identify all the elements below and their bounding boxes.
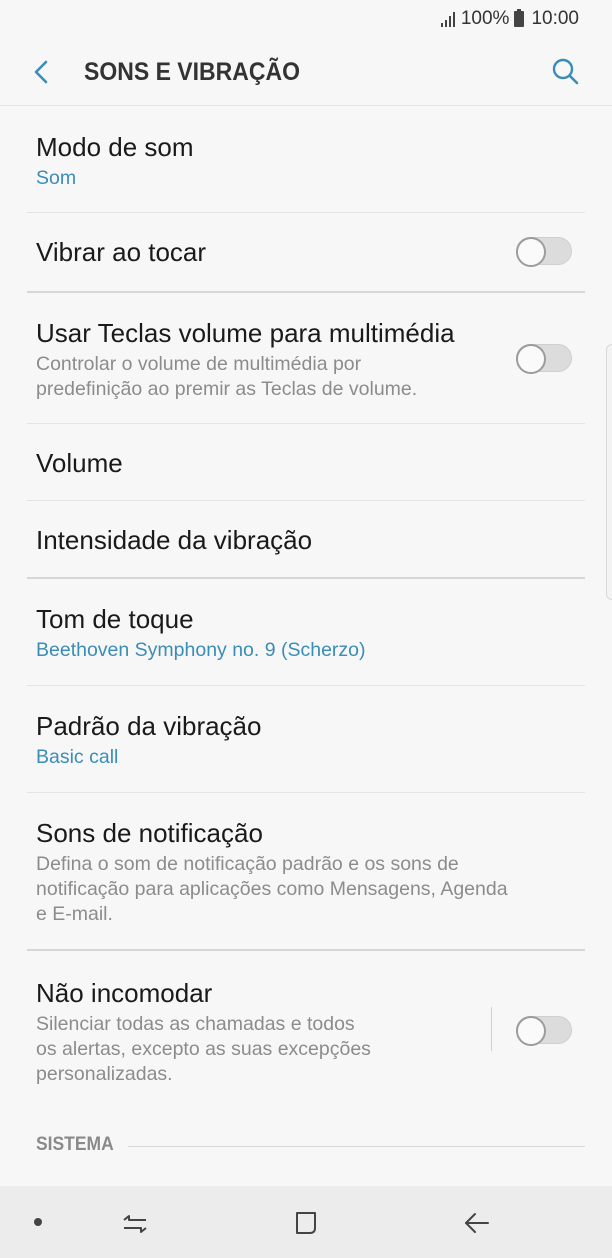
setting-title: Vibrar ao tocar [36, 237, 207, 267]
status-bar: 100% 10:00 [0, 0, 612, 38]
setting-sound-mode[interactable]: Modo de som Som [0, 107, 612, 212]
back-nav-button[interactable] [460, 1206, 494, 1240]
setting-description: Silenciar todas as chamadas e todos os a… [36, 1012, 576, 1087]
back-arrow-icon [34, 60, 48, 84]
signal-icon [440, 11, 455, 27]
scrollbar[interactable] [606, 344, 612, 600]
search-icon [552, 58, 579, 85]
setting-title: Sons de notificação [36, 818, 263, 848]
description-line: predefinição ao premir as Teclas de volu… [36, 378, 418, 400]
setting-value: Som [36, 167, 77, 189]
description-line: Defina o som de notificação padrão e os … [36, 853, 459, 875]
setting-description: Controlar o volume de multimédia por pre… [36, 352, 576, 402]
back-button[interactable] [26, 56, 56, 88]
settings-list: Modo de som Som Vibrar ao tocar Usar Tec… [0, 107, 612, 1111]
setting-description: Defina o som de notificação padrão e os … [36, 852, 576, 927]
volume-keys-media-toggle[interactable] [516, 344, 572, 374]
description-line: personalizadas. [36, 1063, 173, 1085]
battery-icon [514, 9, 525, 27]
setting-title: Intensidade da vibração [36, 525, 313, 555]
search-button[interactable] [550, 56, 582, 88]
setting-volume-keys-media[interactable]: Usar Teclas volume para multimédia Contr… [0, 293, 612, 423]
app-bar: SONS E VIBRAÇÃO [0, 38, 612, 106]
home-icon [296, 1212, 316, 1234]
battery-percent: 100% [460, 8, 510, 29]
setting-title: Não incomodar [36, 978, 213, 1008]
recent-apps-icon [123, 1215, 147, 1233]
setting-vibration-pattern[interactable]: Padrão da vibração Basic call [0, 686, 612, 792]
description-line: notificação para aplicações como Mensage… [36, 878, 508, 900]
screen: 100% 10:00 SONS E VIBRAÇÃO Modo de som S… [0, 0, 612, 1258]
description-line: os alertas, excepto as suas excepções [36, 1038, 371, 1060]
setting-title: Tom de toque [36, 604, 194, 634]
setting-value: Basic call [36, 746, 119, 768]
setting-title: Padrão da vibração [36, 711, 262, 741]
setting-volume[interactable]: Volume [0, 424, 612, 500]
toggle-knob [516, 1016, 546, 1046]
toggle-knob [516, 237, 546, 267]
setting-vibration-intensity[interactable]: Intensidade da vibração [0, 501, 612, 577]
section-divider [128, 1146, 585, 1147]
vertical-separator [491, 1007, 492, 1051]
setting-ringtone[interactable]: Tom de toque Beethoven Symphony no. 9 (S… [0, 579, 612, 685]
setting-notification-sounds[interactable]: Sons de notificação Defina o som de noti… [0, 793, 612, 949]
setting-vibrate-on-ring[interactable]: Vibrar ao tocar [0, 213, 612, 291]
page-title: SONS E VIBRAÇÃO [84, 58, 300, 86]
description-line: Silenciar todas as chamadas e todos [36, 1013, 355, 1035]
toggle-knob [516, 344, 546, 374]
do-not-disturb-toggle[interactable] [516, 1016, 572, 1046]
description-line: e E-mail. [36, 903, 113, 925]
back-icon [465, 1213, 489, 1233]
setting-value: Beethoven Symphony no. 9 (Scherzo) [36, 639, 366, 661]
setting-title: Usar Teclas volume para multimédia [36, 318, 455, 348]
setting-title: Modo de som [36, 132, 194, 162]
vibrate-on-ring-toggle[interactable] [516, 237, 572, 267]
navigation-bar [0, 1186, 612, 1258]
setting-do-not-disturb[interactable]: Não incomodar Silenciar todas as chamada… [0, 951, 612, 1111]
clock: 10:00 [531, 8, 579, 29]
home-button[interactable] [289, 1206, 323, 1240]
description-line: Controlar o volume de multimédia por [36, 353, 362, 375]
dot-icon [34, 1218, 42, 1226]
recent-apps-button[interactable] [118, 1206, 152, 1240]
section-header-system: SISTEMA [36, 1134, 114, 1155]
setting-title: Volume [36, 448, 123, 478]
